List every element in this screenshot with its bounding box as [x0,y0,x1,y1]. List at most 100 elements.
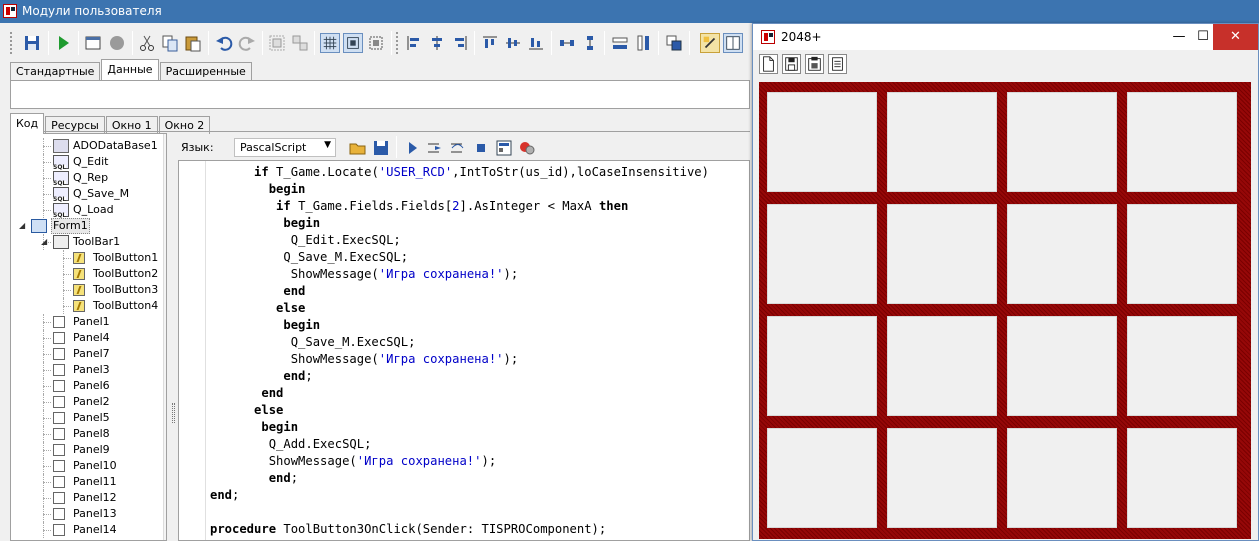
code-line: end; [210,488,240,502]
tree-item[interactable]: ToolButton1 [11,250,161,266]
run-icon[interactable] [53,33,73,53]
same-width-icon[interactable] [610,33,630,53]
save-icon[interactable] [22,33,42,53]
layout-icon[interactable] [723,33,743,53]
tree-item[interactable]: Q_Rep [11,170,161,187]
language-label: Язык: [181,141,214,154]
tree-item[interactable]: Panel13 [11,506,161,522]
group-icon[interactable] [267,33,287,53]
code-line: begin [268,182,306,196]
tree-item-label: Panel3 [73,363,110,376]
cut-icon[interactable] [137,33,157,53]
tree-item[interactable]: ToolButton2 [11,266,161,282]
game-window-title: 2048+ [781,30,822,44]
close-button[interactable]: ✕ [1213,24,1258,50]
toolbar-grip[interactable] [10,32,13,54]
game-cell [1007,316,1117,416]
evaluate-icon[interactable] [494,138,514,158]
paste-icon[interactable] [183,33,203,53]
tree-item[interactable]: Q_Load [11,202,161,219]
save-script-icon[interactable] [371,138,391,158]
expand-arrow-icon[interactable]: ◢ [41,234,47,250]
tree-item[interactable]: ToolButton4 [11,298,161,314]
database-icon [53,139,69,153]
panel-icon [53,428,65,440]
language-select[interactable]: PascalScript ▼ [234,138,336,157]
tree-item[interactable]: Panel2 [11,394,161,410]
editor-gutter [179,161,206,540]
space-vertical-icon[interactable] [580,33,600,53]
game-cell [887,204,997,304]
tree-item-label: ToolButton1 [93,251,159,264]
align-right-icon[interactable] [450,33,470,53]
tree-item[interactable]: Panel14 [11,522,161,538]
load-icon[interactable] [805,54,824,74]
snap-to-grid-icon[interactable] [343,33,363,53]
redo-icon[interactable] [237,33,257,53]
tree-item[interactable]: Panel3 [11,362,161,378]
tree-item[interactable]: Panel11 [11,474,161,490]
expand-arrow-icon[interactable]: ◢ [19,218,25,234]
code-editor[interactable]: if T_Game.Locate('USER_RCD',IntToStr(us_… [178,160,750,541]
tree-item[interactable]: Panel9 [11,442,161,458]
step-over-icon[interactable] [448,138,468,158]
breakpoint-icon[interactable] [517,138,537,158]
open-folder-icon[interactable] [348,138,368,158]
tree-item[interactable]: Panel12 [11,490,161,506]
form-view-icon[interactable] [83,33,103,53]
game-cell [1127,204,1237,304]
tree-item[interactable]: Panel4 [11,330,161,346]
undo-icon[interactable] [214,33,234,53]
tab-palette-2[interactable]: Расширенные [159,62,252,80]
tree-item[interactable]: ADODataBase1 [11,138,161,154]
game-cell [767,204,877,304]
tree-item[interactable]: Panel1 [11,314,161,330]
tree-item[interactable]: Panel10 [11,458,161,474]
bring-to-front-icon[interactable] [664,33,684,53]
same-height-icon[interactable] [633,33,653,53]
language-select-value: PascalScript [240,141,307,154]
tree-item[interactable]: ToolButton3 [11,282,161,298]
stop-script-icon[interactable] [471,138,491,158]
ungroup-icon[interactable] [290,33,310,53]
tree-item[interactable]: Panel5 [11,410,161,426]
align-bottom-icon[interactable] [526,33,546,53]
align-center-horizontal-icon[interactable] [427,33,447,53]
tree-item-label: Q_Rep [73,171,109,184]
toolbar-icon [53,235,69,249]
space-horizontal-icon[interactable] [557,33,577,53]
tab-editor-0[interactable]: Код [10,113,45,134]
step-into-icon[interactable] [425,138,445,158]
code-line: begin [283,318,321,332]
tab-palette-0[interactable]: Стандартные [10,62,101,80]
code-line: begin [261,420,299,434]
tree-item[interactable]: Panel8 [11,426,161,442]
copy-icon[interactable] [160,33,180,53]
tree-item[interactable]: ◢ Form1 [11,218,161,234]
code-line: if T_Game.Locate('USER_RCD',IntToStr(us_… [254,165,709,179]
tree-item[interactable]: Q_Save_M [11,186,161,203]
tree-item[interactable]: ◢ ToolBar1 [11,234,161,250]
tree-item[interactable]: Panel7 [11,346,161,362]
align-left-icon[interactable] [404,33,424,53]
new-file-icon[interactable] [759,54,778,74]
align-top-icon[interactable] [480,33,500,53]
fit-grid-icon[interactable] [366,33,386,53]
tree-item[interactable]: Q_Edit [11,154,161,171]
tab-palette-1[interactable]: Данные [101,59,159,80]
pane-splitter[interactable] [170,133,178,541]
toolbutton-icon [73,268,85,280]
edit-mode-icon[interactable] [700,33,720,53]
tree-item-label: Panel10 [73,459,117,472]
panel-icon [53,348,65,360]
grid-icon[interactable] [320,33,340,53]
save-icon[interactable] [782,54,801,74]
align-middle-icon[interactable] [503,33,523,53]
panel-icon [53,476,65,488]
toolbar-grip[interactable] [396,32,399,54]
stop-icon[interactable] [107,33,127,53]
run-script-icon[interactable] [402,138,422,158]
tree-item[interactable]: Panel6 [11,378,161,394]
tree-scrollbar[interactable] [163,134,166,540]
records-icon[interactable] [828,54,847,74]
